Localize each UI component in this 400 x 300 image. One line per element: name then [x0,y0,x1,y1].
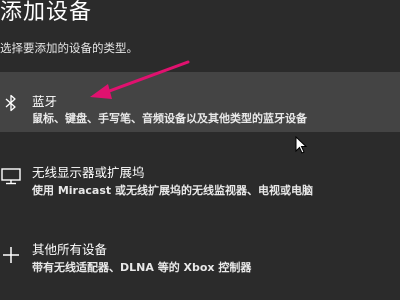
option-description: 使用 Miracast 或无线扩展坞的无线监视器、电视或电脑 [32,184,313,197]
option-bluetooth[interactable]: 蓝牙 鼠标、键盘、手写笔、音频设备以及其他类型的蓝牙设备 [0,72,400,132]
option-wireless-display[interactable]: 无线显示器或扩展坞 使用 Miracast 或无线扩展坞的无线监视器、电视或电脑 [0,150,400,210]
plus-icon [0,244,22,266]
option-title: 蓝牙 [32,94,58,109]
monitor-icon [0,165,22,187]
option-description: 带有无线适配器、DLNA 等的 Xbox 控制器 [32,261,252,274]
option-description: 鼠标、键盘、手写笔、音频设备以及其他类型的蓝牙设备 [32,112,307,125]
mouse-cursor-icon [295,136,308,154]
option-other-devices[interactable]: 其他所有设备 带有无线适配器、DLNA 等的 Xbox 控制器 [0,228,400,288]
option-title: 其他所有设备 [32,242,108,257]
dialog-subtitle: 选择要添加的设备的类型。 [0,41,138,55]
dialog-title: 添加设备 [0,0,93,25]
bluetooth-icon [0,92,22,114]
option-title: 无线显示器或扩展坞 [32,165,145,180]
